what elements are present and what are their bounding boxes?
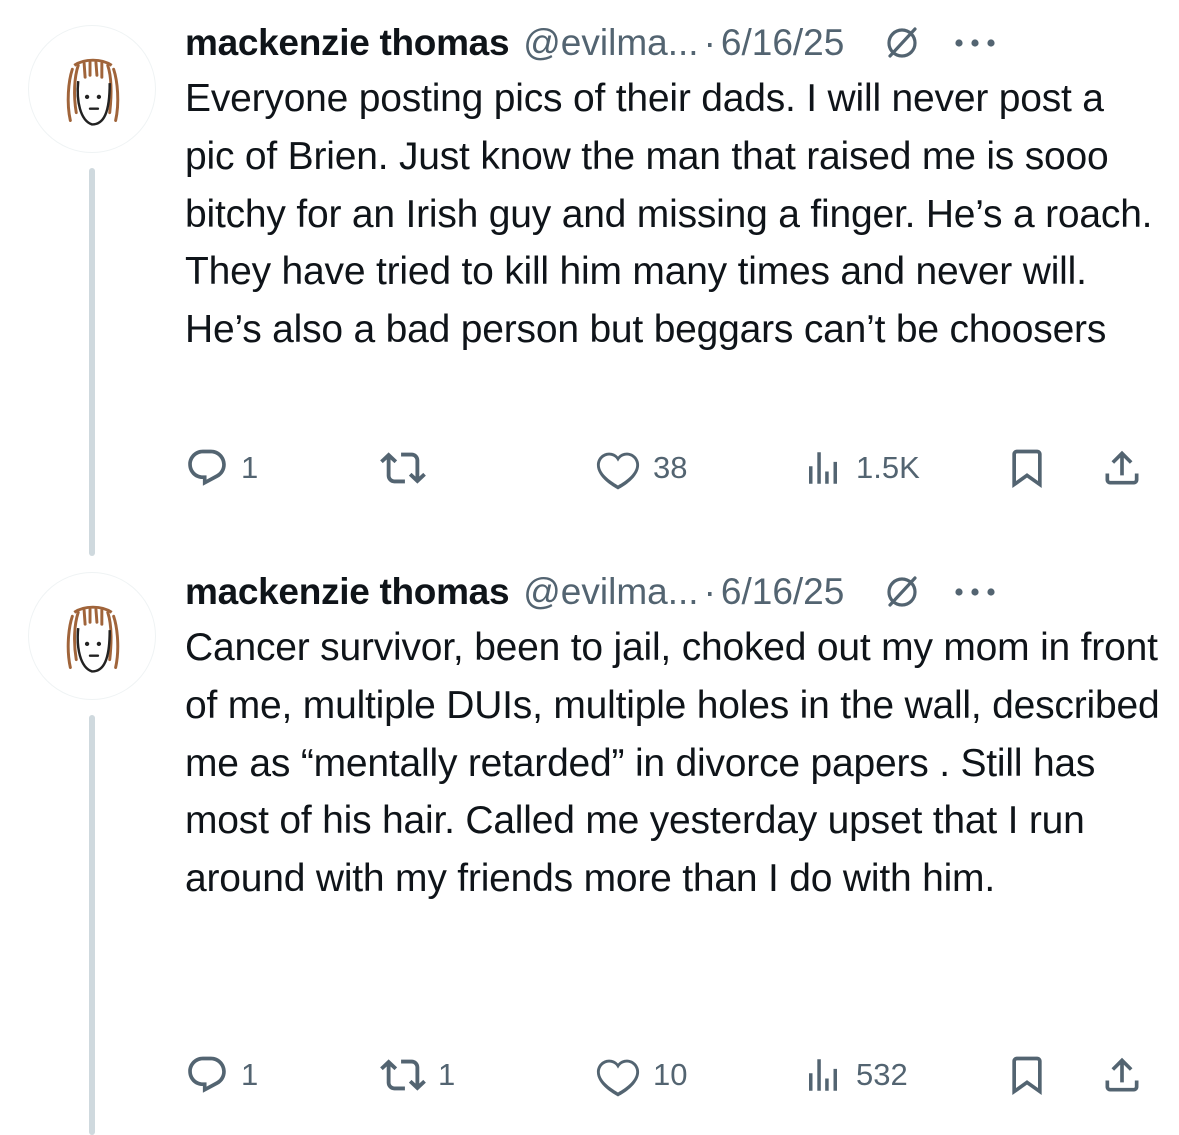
reply-icon [188,1056,226,1093]
bookmark-icon [1012,449,1042,489]
bookmark-button[interactable] [1005,443,1049,493]
share-icon [1105,1057,1139,1092]
thread-line [89,715,95,1135]
share-button[interactable] [1100,1050,1144,1100]
grok-icon[interactable] [880,570,924,614]
views-count: 1.5K [856,450,920,485]
tweet[interactable]: mackenzie thomas @evilma... · 6/16/25 Ca… [0,560,1179,1135]
handle[interactable]: @evilma... [523,22,698,64]
tweet-text: Everyone posting pics of their dads. I w… [185,77,1153,352]
reply-count: 1 [241,1057,259,1092]
more-icon[interactable] [950,570,1000,614]
tweet-header: mackenzie thomas @evilma... · 6/16/25 [185,565,1157,619]
share-button[interactable] [1100,443,1144,493]
avatar-drawing [66,58,120,126]
tweet-text: Cancer survivor, been to jail, choked ou… [185,626,1160,901]
bookmark-button[interactable] [1005,1050,1049,1100]
views-button[interactable]: 1.5K [802,443,920,493]
reply-button[interactable]: 1 [185,443,258,493]
more-icon[interactable] [950,21,1000,65]
like-count: 38 [653,450,688,485]
repost-icon [380,1059,426,1091]
handle[interactable]: @evilma... [523,571,698,613]
reply-count: 1 [241,450,259,485]
like-button[interactable]: 10 [595,1050,687,1100]
share-icon [1105,450,1139,485]
heart-icon [596,452,640,490]
like-button[interactable]: 38 [595,443,687,493]
views-count: 532 [856,1057,908,1092]
bookmark-icon [1012,1056,1042,1096]
thread-line [89,168,95,556]
reply-button[interactable]: 1 [185,1050,258,1100]
tweet-date[interactable]: 6/16/25 [721,22,844,64]
avatar[interactable] [28,25,156,153]
reply-icon [188,449,226,486]
repost-button[interactable] [380,443,438,493]
repost-button[interactable]: 1 [380,1050,455,1100]
display-name[interactable]: mackenzie thomas [185,22,510,64]
grok-icon[interactable] [880,21,924,65]
tweet-header: mackenzie thomas @evilma... · 6/16/25 [185,16,1157,70]
tweet-content: mackenzie thomas @evilma... · 6/16/25 Ca… [185,565,1160,908]
tweet-content: mackenzie thomas @evilma... · 6/16/25 Ev… [185,16,1157,359]
display-name[interactable]: mackenzie thomas [185,571,510,613]
tweet[interactable]: mackenzie thomas @evilma... · 6/16/25 Ev… [0,0,1179,560]
separator: · [703,22,716,63]
views-icon [809,1059,837,1091]
repost-icon [380,452,426,484]
avatar-drawing [66,605,120,673]
like-count: 10 [653,1057,688,1092]
avatar[interactable] [28,572,156,700]
views-icon [809,452,837,484]
heart-icon [596,1059,640,1097]
separator: · [703,571,716,612]
views-button[interactable]: 532 [802,1050,908,1100]
tweet-date[interactable]: 6/16/25 [721,571,844,613]
tweet-actions: 1 1 10 532 [185,1050,1157,1100]
tweet-actions: 1 38 1.5K [185,443,1157,493]
repost-count: 1 [438,1057,456,1092]
